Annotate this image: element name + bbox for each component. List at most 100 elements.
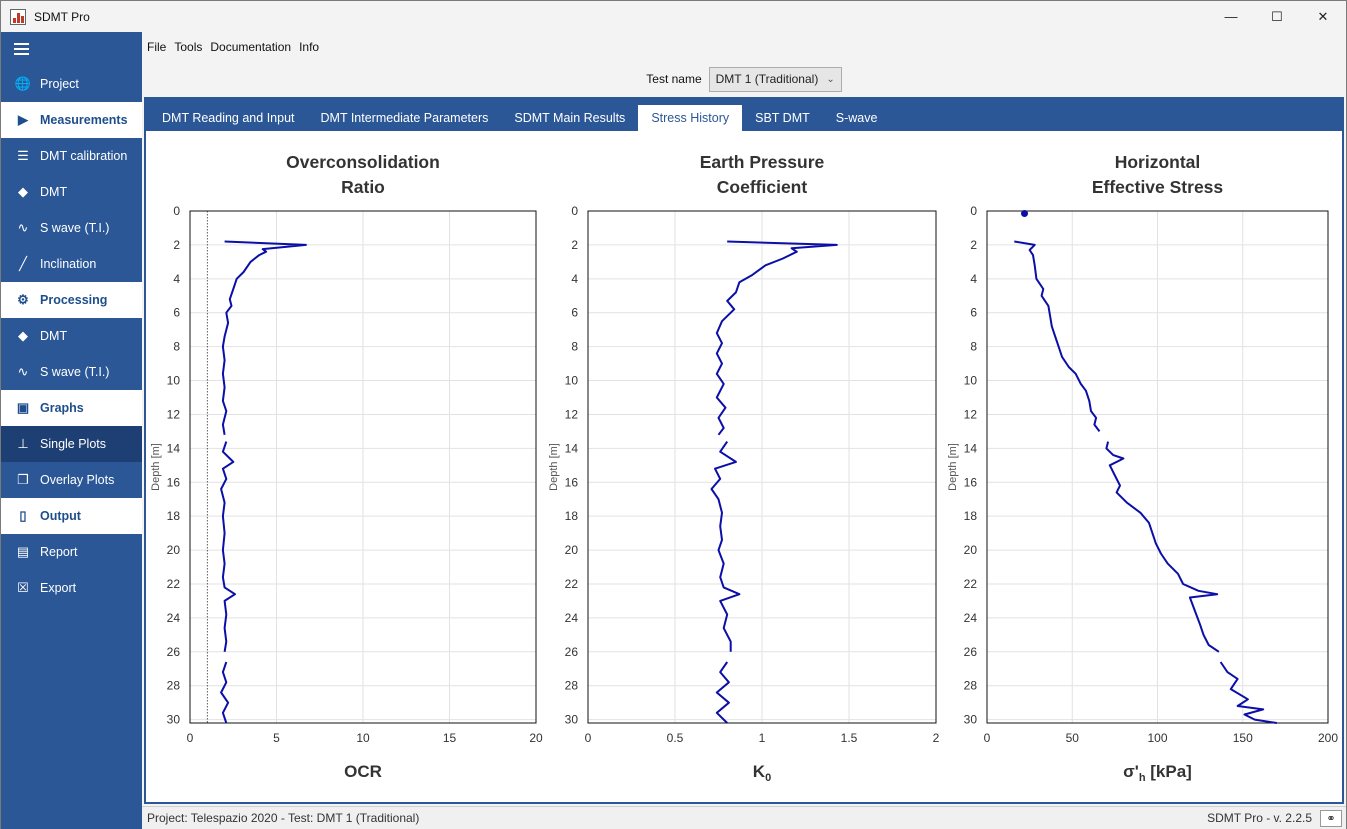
- y-tick-label: 6: [173, 306, 180, 320]
- y-tick-label: 16: [964, 475, 978, 489]
- test-name-label: Test name: [646, 72, 702, 86]
- y-tick-label: 20: [964, 543, 978, 557]
- y-tick-label: 18: [964, 509, 978, 523]
- sidebar-item-s-wave-t-i[interactable]: ∿ S wave (T.I.): [1, 210, 142, 246]
- hamburger-icon: [14, 43, 29, 55]
- y-tick-label: 2: [571, 238, 578, 252]
- x-axis-label-unit: [kPa]: [1146, 762, 1192, 781]
- y-tick-label: 2: [970, 238, 977, 252]
- sidebar-item-label: Project: [40, 77, 79, 91]
- data-series-line: [1219, 661, 1277, 724]
- tab-dmt-intermediate-parameters[interactable]: DMT Intermediate Parameters: [308, 105, 502, 131]
- chart-title-line: Overconsolidation: [286, 152, 440, 172]
- minimize-button[interactable]: —: [1208, 1, 1254, 32]
- chart-3: HorizontalEffective Stress02468101214161…: [947, 152, 1338, 784]
- sidebar-item-export[interactable]: ☒ Export: [1, 570, 142, 606]
- sidebar-item-single-plots[interactable]: ⊥ Single Plots: [1, 426, 142, 462]
- menu-tools[interactable]: Tools: [174, 40, 202, 54]
- dmt-blade-icon: ◆: [18, 328, 28, 343]
- sidebar-item-dmt[interactable]: ◆ DMT: [1, 174, 142, 210]
- y-tick-label: 28: [565, 679, 579, 693]
- y-tick-label: 6: [571, 306, 578, 320]
- sidebar-item-label: DMT: [40, 185, 68, 199]
- data-series-line: [220, 661, 230, 724]
- chart-title-line: Coefficient: [717, 177, 808, 197]
- y-axis-label: Depth [m]: [548, 443, 560, 491]
- x-axis-label-main: K: [753, 762, 766, 781]
- x-tick-label: 15: [443, 731, 457, 745]
- data-series-line: [710, 441, 741, 652]
- sidebar-item-inclination[interactable]: ╱ Inclination: [1, 246, 142, 282]
- y-tick-label: 22: [964, 577, 978, 591]
- play-icon: ▶: [18, 112, 28, 127]
- test-name-value: DMT 1 (Traditional): [715, 72, 819, 86]
- layers-icon: ❐: [17, 472, 29, 487]
- sidebar-item-report[interactable]: ▤ Report: [1, 534, 142, 570]
- tab-s-wave[interactable]: S-wave: [823, 105, 891, 131]
- chart-title-line: Effective Stress: [1092, 177, 1224, 197]
- y-tick-label: 18: [167, 509, 181, 523]
- maximize-button[interactable]: ☐: [1254, 1, 1300, 32]
- x-tick-label: 200: [1318, 731, 1338, 745]
- gears-icon: ⚙: [17, 292, 29, 307]
- link-icon[interactable]: ⚭: [1320, 809, 1342, 827]
- sidebar-item-overlay-plots[interactable]: ❐ Overlay Plots: [1, 462, 142, 498]
- sidebar-item-label: Processing: [40, 293, 108, 307]
- y-tick-label: 16: [565, 475, 579, 489]
- hamburger-menu-button[interactable]: [1, 32, 142, 66]
- x-tick-label: 50: [1066, 731, 1080, 745]
- pin-icon: ⊥: [17, 436, 29, 451]
- menu-bar: File Tools Documentation Info: [142, 32, 1346, 62]
- sidebar-item-output[interactable]: ▯ Output: [1, 498, 142, 534]
- data-series-line: [1105, 441, 1220, 653]
- x-tick-label: 10: [356, 731, 370, 745]
- menu-documentation[interactable]: Documentation: [210, 40, 291, 54]
- inclination-icon: ╱: [19, 256, 27, 271]
- y-tick-label: 24: [565, 611, 579, 625]
- x-tick-label: 5: [273, 731, 280, 745]
- chart-title-line: Earth Pressure: [700, 152, 825, 172]
- plots-area: Overconsolidation Ratio 0 2 4 6 8 10 12 14 16 18 20 2…: [146, 131, 1342, 802]
- tab-stress-history[interactable]: Stress History: [638, 105, 743, 131]
- y-tick-label: 4: [970, 272, 977, 286]
- title-bar[interactable]: SDMT Pro — ☐ ✕: [1, 1, 1346, 32]
- menu-info[interactable]: Info: [299, 40, 319, 54]
- y-tick-label: 8: [571, 340, 578, 354]
- window-title: SDMT Pro: [34, 9, 90, 24]
- chart-title-line: Horizontal: [1115, 152, 1201, 172]
- x-axis-label-main: σ': [1123, 762, 1139, 781]
- test-name-dropdown[interactable]: DMT 1 (Traditional) ⌄: [708, 66, 842, 92]
- tab-sbt-dmt[interactable]: SBT DMT: [742, 105, 823, 131]
- tab-sdmt-main-results[interactable]: SDMT Main Results: [501, 105, 638, 131]
- x-tick-label: 0: [585, 731, 592, 745]
- results-panel: DMT Reading and Input DMT Intermediate P…: [144, 97, 1344, 804]
- y-tick-label: 12: [167, 407, 181, 421]
- y-tick-label: 20: [167, 543, 181, 557]
- menu-file[interactable]: File: [147, 40, 166, 54]
- tab-dmt-reading-input[interactable]: DMT Reading and Input: [149, 105, 308, 131]
- sidebar-item-project[interactable]: 🌐 Project: [1, 66, 142, 102]
- y-tick-label: 18: [565, 509, 579, 523]
- sidebar-item-graphs[interactable]: ▣ Graphs: [1, 390, 142, 426]
- sidebar-item-s-wave-t-i[interactable]: ∿ S wave (T.I.): [1, 354, 142, 390]
- tab-bar: DMT Reading and Input DMT Intermediate P…: [146, 99, 1342, 131]
- y-tick-label: 30: [565, 713, 579, 727]
- x-tick-label: 150: [1233, 731, 1253, 745]
- image-icon: ▣: [16, 400, 30, 415]
- status-project-info: Project: Telespazio 2020 - Test: DMT 1 (…: [147, 811, 420, 825]
- y-tick-label: 0: [173, 204, 180, 218]
- x-tick-label: 100: [1147, 731, 1167, 745]
- sidebar-item-measurements[interactable]: ▶ Measurements: [1, 102, 142, 138]
- y-tick-label: 10: [565, 374, 579, 388]
- x-tick-label: 1.5: [841, 731, 858, 745]
- y-tick-label: 14: [565, 441, 579, 455]
- sidebar-item-dmt-calibration[interactable]: ☰ DMT calibration: [1, 138, 142, 174]
- close-button[interactable]: ✕: [1300, 1, 1346, 32]
- y-tick-label: 22: [167, 577, 181, 591]
- sidebar-item-dmt[interactable]: ◆ DMT: [1, 318, 142, 354]
- sidebar-item-processing[interactable]: ⚙ Processing: [1, 282, 142, 318]
- data-series-line: [715, 661, 730, 724]
- sidebar-item-label: S wave (T.I.): [40, 365, 110, 379]
- y-axis-label: Depth [m]: [150, 443, 162, 491]
- stress-history-charts: OverconsolidationRatio024681012141618202…: [150, 152, 1338, 784]
